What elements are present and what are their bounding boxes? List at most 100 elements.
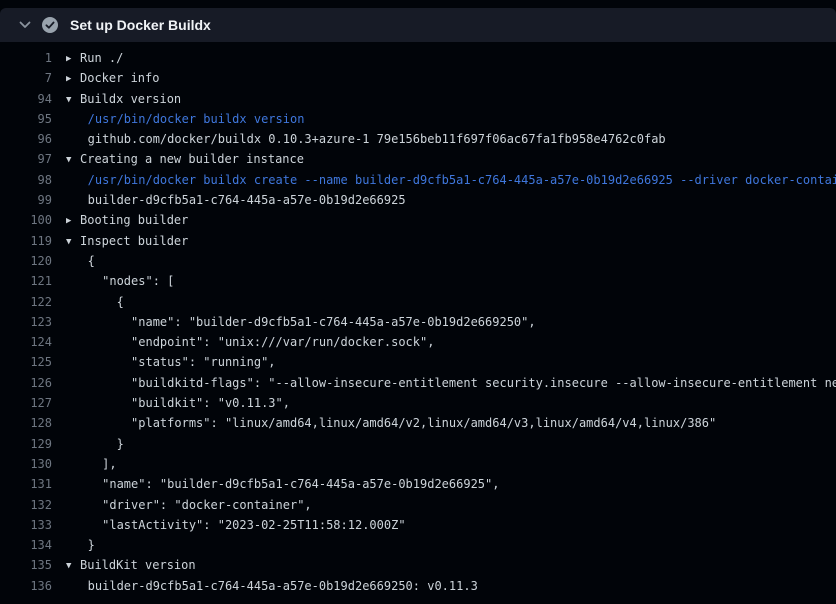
log-line: 134 }: [0, 535, 836, 555]
log-group-label: Buildx version: [80, 92, 181, 106]
line-number[interactable]: 100: [0, 210, 52, 230]
step-title: Set up Docker Buildx: [70, 17, 211, 33]
line-number[interactable]: 126: [0, 373, 52, 393]
log-output-text: {: [52, 292, 124, 312]
log-group-toggle[interactable]: ▼Inspect builder: [52, 231, 188, 251]
log-group-label: Docker info: [80, 71, 159, 85]
log-line: 132 "driver": "docker-container",: [0, 495, 836, 515]
log-line: 126 "buildkitd-flags": "--allow-insecure…: [0, 373, 836, 393]
log-output-text: }: [52, 434, 124, 454]
log-line: 96 github.com/docker/buildx 0.10.3+azure…: [0, 129, 836, 149]
line-number[interactable]: 125: [0, 352, 52, 372]
line-number[interactable]: 128: [0, 413, 52, 433]
log-group-toggle[interactable]: ▼Buildx version: [52, 89, 181, 109]
log-viewer: 1▶Run ./7▶Docker info94▼Buildx version95…: [0, 42, 836, 596]
log-output-text: "driver": "docker-container",: [52, 495, 312, 515]
line-number[interactable]: 122: [0, 292, 52, 312]
line-number[interactable]: 120: [0, 251, 52, 271]
log-output-text: github.com/docker/buildx 0.10.3+azure-1 …: [52, 129, 666, 149]
caret-down-icon[interactable]: ▼: [66, 90, 80, 110]
log-group-toggle[interactable]: ▶Docker info: [52, 68, 159, 88]
log-output-text: {: [52, 251, 95, 271]
log-line: 1▶Run ./: [0, 48, 836, 68]
log-line: 97▼Creating a new builder instance: [0, 149, 836, 169]
line-number[interactable]: 132: [0, 495, 52, 515]
line-number[interactable]: 124: [0, 332, 52, 352]
line-number[interactable]: 94: [0, 89, 52, 109]
line-number[interactable]: 127: [0, 393, 52, 413]
log-output-text: "buildkitd-flags": "--allow-insecure-ent…: [52, 373, 836, 393]
log-output-text: "buildkit": "v0.11.3",: [52, 393, 290, 413]
log-line: 94▼Buildx version: [0, 89, 836, 109]
line-number[interactable]: 135: [0, 555, 52, 575]
log-line: 128 "platforms": "linux/amd64,linux/amd6…: [0, 413, 836, 433]
log-line: 133 "lastActivity": "2023-02-25T11:58:12…: [0, 515, 836, 535]
log-group-toggle[interactable]: ▼BuildKit version: [52, 555, 196, 575]
log-output-text: "status": "running",: [52, 352, 276, 372]
log-command-text: /usr/bin/docker buildx version: [52, 109, 304, 129]
line-number[interactable]: 98: [0, 170, 52, 190]
line-number[interactable]: 129: [0, 434, 52, 454]
log-output-text: "name": "builder-d9cfb5a1-c764-445a-a57e…: [52, 474, 499, 494]
log-line: 120 {: [0, 251, 836, 271]
chevron-down-icon[interactable]: [18, 18, 32, 32]
step-header[interactable]: Set up Docker Buildx: [0, 8, 836, 42]
caret-right-icon[interactable]: ▶: [66, 49, 80, 69]
log-group-label: Creating a new builder instance: [80, 152, 304, 166]
line-number[interactable]: 136: [0, 576, 52, 596]
line-number[interactable]: 97: [0, 149, 52, 169]
log-output-text: "endpoint": "unix:///var/run/docker.sock…: [52, 332, 434, 352]
log-output-text: "name": "builder-d9cfb5a1-c764-445a-a57e…: [52, 312, 536, 332]
log-command-text: /usr/bin/docker buildx create --name bui…: [52, 170, 836, 190]
log-line: 99 builder-d9cfb5a1-c764-445a-a57e-0b19d…: [0, 190, 836, 210]
line-number[interactable]: 121: [0, 271, 52, 291]
line-number[interactable]: 99: [0, 190, 52, 210]
log-line: 95 /usr/bin/docker buildx version: [0, 109, 836, 129]
log-line: 100▶Booting builder: [0, 210, 836, 230]
line-number[interactable]: 7: [0, 68, 52, 88]
log-group-label: BuildKit version: [80, 558, 196, 572]
log-line: 123 "name": "builder-d9cfb5a1-c764-445a-…: [0, 312, 836, 332]
log-output-text: "lastActivity": "2023-02-25T11:58:12.000…: [52, 515, 406, 535]
log-output-text: }: [52, 535, 95, 555]
caret-down-icon[interactable]: ▼: [66, 150, 80, 170]
line-number[interactable]: 134: [0, 535, 52, 555]
log-line: 121 "nodes": [: [0, 271, 836, 291]
line-number[interactable]: 96: [0, 129, 52, 149]
line-number[interactable]: 123: [0, 312, 52, 332]
log-line: 122 {: [0, 292, 836, 312]
line-number[interactable]: 133: [0, 515, 52, 535]
log-line: 125 "status": "running",: [0, 352, 836, 372]
log-line: 7▶Docker info: [0, 68, 836, 88]
log-line: 129 }: [0, 434, 836, 454]
log-group-toggle[interactable]: ▶Run ./: [52, 48, 123, 68]
log-line: 130 ],: [0, 454, 836, 474]
log-line: 119▼Inspect builder: [0, 231, 836, 251]
line-number[interactable]: 95: [0, 109, 52, 129]
line-number[interactable]: 130: [0, 454, 52, 474]
log-line: 131 "name": "builder-d9cfb5a1-c764-445a-…: [0, 474, 836, 494]
caret-right-icon[interactable]: ▶: [66, 211, 80, 231]
log-line: 127 "buildkit": "v0.11.3",: [0, 393, 836, 413]
log-group-label: Run ./: [80, 51, 123, 65]
log-group-label: Inspect builder: [80, 234, 188, 248]
line-number[interactable]: 119: [0, 231, 52, 251]
log-output-text: builder-d9cfb5a1-c764-445a-a57e-0b19d2e6…: [52, 576, 478, 596]
check-circle-icon: [42, 17, 58, 33]
log-group-toggle[interactable]: ▼Creating a new builder instance: [52, 149, 304, 169]
log-output-text: "platforms": "linux/amd64,linux/amd64/v2…: [52, 413, 716, 433]
caret-right-icon[interactable]: ▶: [66, 69, 80, 89]
log-output-text: builder-d9cfb5a1-c764-445a-a57e-0b19d2e6…: [52, 190, 406, 210]
caret-down-icon[interactable]: ▼: [66, 232, 80, 252]
log-line: 135▼BuildKit version: [0, 555, 836, 575]
log-line: 98 /usr/bin/docker buildx create --name …: [0, 170, 836, 190]
log-line: 136 builder-d9cfb5a1-c764-445a-a57e-0b19…: [0, 576, 836, 596]
log-group-toggle[interactable]: ▶Booting builder: [52, 210, 188, 230]
log-line: 124 "endpoint": "unix:///var/run/docker.…: [0, 332, 836, 352]
log-output-text: "nodes": [: [52, 271, 174, 291]
line-number[interactable]: 1: [0, 48, 52, 68]
log-output-text: ],: [52, 454, 117, 474]
line-number[interactable]: 131: [0, 474, 52, 494]
caret-down-icon[interactable]: ▼: [66, 556, 80, 576]
log-group-label: Booting builder: [80, 213, 188, 227]
